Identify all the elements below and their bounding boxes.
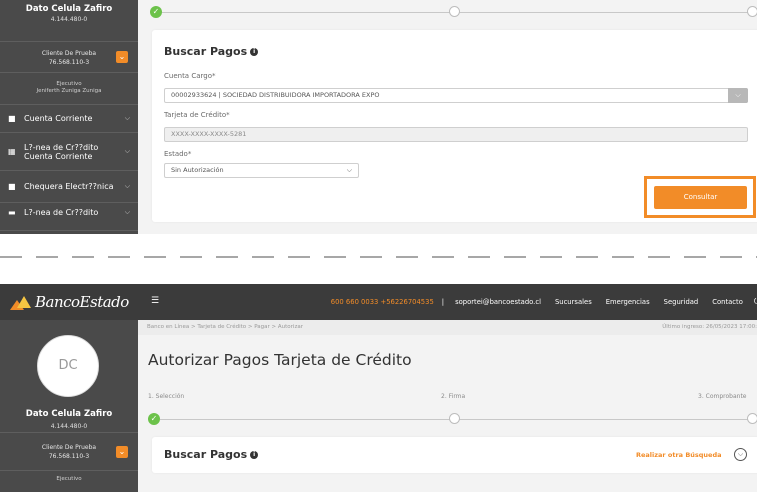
briefcase-icon: ■: [8, 182, 16, 191]
step-label-seleccion: 1. Selección: [148, 393, 185, 400]
chevron-down-icon: ⌵: [124, 208, 130, 216]
step-circle-icon: [747, 6, 757, 17]
menu-item-linea-credito-cc[interactable]: ▦ L?-nea de Cr??dito Cuenta Corriente ⌵: [0, 133, 138, 171]
user-name: Dato Celula Zafiro: [25, 409, 113, 419]
sidebar: Dato Celula Zafiro 4.144.480-0 Cliente D…: [0, 0, 138, 234]
menu-item-label: Chequera Electr??nica: [24, 182, 114, 191]
chevron-down-icon: ⌵: [124, 147, 130, 155]
link-emergencias[interactable]: Emergencias: [606, 298, 650, 306]
user-name: Dato Celula Zafiro: [25, 4, 113, 14]
search-card: Buscar Pagos i Cuenta Cargo* 00002933624 …: [152, 30, 757, 222]
executive-block: Ejecutivo Jeniferth Zuniga Zuniga: [0, 73, 138, 105]
tarjeta-label: Tarjeta de Crédito*: [164, 111, 230, 119]
realizar-otra-busqueda-link[interactable]: Realizar otra Búsqueda: [636, 451, 722, 459]
user-block: Dato Celula Zafiro 4.144.480-0: [0, 0, 138, 42]
last-login: Último ingreso: 26/05/2023 17:00:: [662, 324, 757, 330]
page-title: Autorizar Pagos Tarjeta de Crédito: [148, 351, 412, 369]
info-icon[interactable]: i: [250, 451, 259, 459]
step-circle-icon: [449, 413, 460, 424]
breadcrumb-bar: Banco en Línea > Tarjeta de Crédito > Pa…: [138, 320, 757, 335]
estado-select[interactable]: Sin Autorización ⌵: [164, 163, 359, 178]
grid-icon: ▦: [8, 147, 16, 156]
avatar[interactable]: DC: [37, 335, 99, 397]
cuenta-cargo-select[interactable]: 00002933624 | SOCIEDAD DISTRIBUIDORA IMP…: [164, 88, 748, 103]
client-toggle-chevron-icon[interactable]: ⌄: [116, 446, 128, 458]
cuenta-cargo-label: Cuenta Cargo*: [164, 72, 216, 80]
step-label-firma: 2. Firma: [441, 393, 466, 400]
card-title-text: Buscar Pagos: [164, 45, 248, 58]
cuenta-cargo-value: 00002933624 | SOCIEDAD DISTRIBUIDORA IMP…: [171, 91, 380, 99]
dash-icon: ▬: [8, 208, 16, 217]
user-block: DC Dato Celula Zafiro 4.144.480-0: [0, 320, 138, 433]
briefcase-icon: ■: [8, 114, 16, 123]
executive-name: Jeniferth Zuniga Zuniga: [36, 88, 102, 94]
sidebar: DC Dato Celula Zafiro 4.144.480-0 Client…: [0, 320, 138, 492]
tarjeta-value: XXXX-XXXX-XXXX-5281: [171, 130, 247, 138]
header-links: 600 660 0033 +56226704535 | soportei@ban…: [331, 284, 757, 320]
estado-label: Estado*: [164, 150, 192, 158]
card-title: Buscar Pagos i: [164, 448, 259, 461]
top-panel: Dato Celula Zafiro 4.144.480-0 Cliente D…: [0, 0, 757, 234]
link-contacto[interactable]: Contacto: [712, 298, 743, 306]
user-id: 4.144.480-0: [50, 423, 88, 430]
menu-item-label: L?-nea de Cr??dito: [24, 208, 99, 217]
tarjeta-field[interactable]: XXXX-XXXX-XXXX-5281: [164, 127, 748, 142]
client-toggle-chevron-icon[interactable]: ⌄: [116, 51, 128, 63]
executive-title: Ejecutivo: [56, 81, 82, 87]
menu-item-label: Cuenta Corriente: [24, 114, 93, 123]
chevron-down-icon[interactable]: ⌵: [728, 88, 748, 103]
menu-item-chequera[interactable]: ■ Chequera Electr??nica ⌵: [0, 171, 138, 203]
client-block[interactable]: Cliente De Prueba 76.568.110-3 ⌄: [0, 42, 138, 73]
menu-item-label: L?-nea de Cr??dito Cuenta Corriente: [24, 142, 99, 161]
user-id: 4.144.480-0: [50, 16, 88, 23]
step-circle-icon: [747, 413, 757, 424]
card-title-text: Buscar Pagos: [164, 448, 248, 461]
executive-title: Ejecutivo: [56, 476, 82, 482]
logo-icon: [10, 294, 32, 310]
client-block[interactable]: Cliente De Prueba 76.568.110-3 ⌄: [0, 433, 138, 471]
estado-value: Sin Autorización: [171, 166, 224, 174]
menu-toggle-icon[interactable]: ☰: [151, 296, 159, 306]
link-seguridad[interactable]: Seguridad: [664, 298, 699, 306]
consultar-button[interactable]: Consultar: [654, 186, 747, 209]
separator: |: [441, 298, 445, 306]
menu-item-linea-credito[interactable]: ▬ L?-nea de Cr??dito ⌵: [0, 203, 138, 231]
step-circle-icon: [449, 6, 460, 17]
dashed-separator: [0, 256, 757, 258]
info-icon[interactable]: i: [250, 48, 259, 56]
step-label-comprobante: 3. Comprobante: [698, 393, 747, 400]
menu-item-cuenta-corriente[interactable]: ■ Cuenta Corriente ⌵: [0, 105, 138, 133]
chevron-down-icon: ⌵: [124, 114, 130, 122]
chevron-down-icon: ⌵: [124, 182, 130, 190]
executive-block: Ejecutivo: [0, 471, 138, 492]
phone-number: 600 660 0033 +56226704535: [330, 298, 434, 306]
breadcrumb[interactable]: Banco en Línea > Tarjeta de Crédito > Pa…: [147, 324, 303, 330]
bottom-panel: BancoEstado ☰ 600 660 0033 +56226704535 …: [0, 284, 757, 492]
screenshot: Dato Celula Zafiro 4.144.480-0 Cliente D…: [0, 0, 757, 492]
chevron-down-icon: ⌵: [346, 166, 352, 174]
email-link[interactable]: soportei@bancoestado.cl: [455, 298, 541, 306]
chevron-down-icon[interactable]: ⌵: [734, 448, 747, 461]
brand-logo[interactable]: BancoEstado: [0, 284, 138, 320]
search-card: Buscar Pagos i Realizar otra Búsqueda ⌵: [152, 437, 757, 473]
card-title: Buscar Pagos i: [164, 45, 259, 58]
check-icon: ✓: [150, 6, 162, 18]
link-sucursales[interactable]: Sucursales: [555, 298, 592, 306]
check-icon: ✓: [148, 413, 160, 425]
brand-name: BancoEstado: [35, 293, 129, 311]
